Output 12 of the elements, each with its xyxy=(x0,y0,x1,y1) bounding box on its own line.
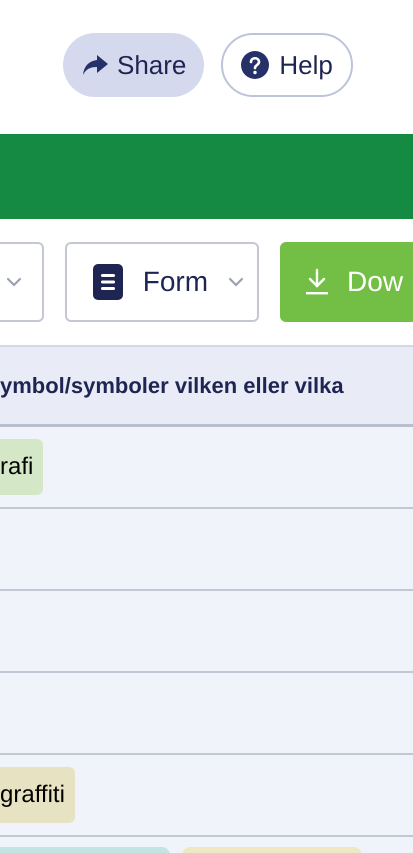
share-button[interactable]: Share xyxy=(63,33,204,97)
share-arrow-icon xyxy=(81,53,109,77)
form-icon xyxy=(92,264,123,300)
tag: rafi xyxy=(0,439,44,495)
chevron-down-icon xyxy=(6,277,22,287)
column-header: ymbol/symboler vilken eller vilka xyxy=(0,372,344,400)
help-button[interactable]: Help xyxy=(221,33,353,97)
download-icon xyxy=(305,268,330,296)
tag: graffiti xyxy=(0,767,75,823)
chevron-down-icon xyxy=(228,277,244,287)
form-dropdown[interactable]: Form xyxy=(64,242,260,322)
help-icon xyxy=(241,51,270,79)
